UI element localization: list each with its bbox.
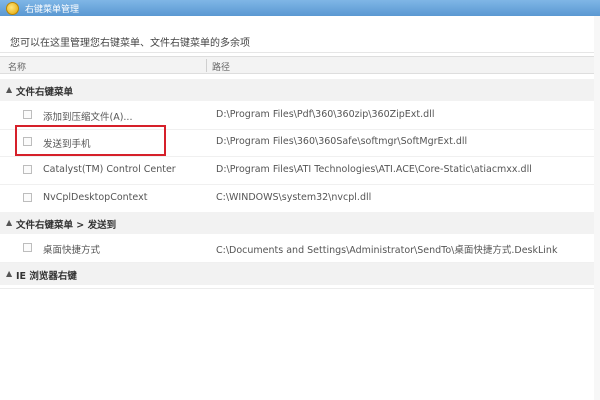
table-row[interactable]: 桌面快捷方式 C:\Documents and Settings\Adminis… [0,234,600,263]
app-icon [6,1,19,15]
item-path: D:\Program Files\ATI Technologies\ATI.AC… [216,164,532,175]
page-description: 您可以在这里管理您右键菜单、文件右键菜单的多余项 [10,38,250,49]
item-checkbox[interactable] [23,243,32,252]
triangle-down-icon[interactable]: ▲ [6,85,12,94]
column-header-path[interactable]: 路径 [212,60,230,73]
group-ie-context-menu[interactable]: ▲ IE 浏览器右键 [0,263,600,285]
group-send-to[interactable]: ▲ 文件右键菜单 > 发送到 [0,212,600,234]
group-label: 文件右键菜单 > 发送到 [16,220,117,231]
item-path: D:\Program Files\360\360Safe\softmgr\Sof… [216,136,468,147]
item-name: Catalyst(TM) Control Center [43,164,176,175]
item-path: C:\WINDOWS\system32\nvcpl.dll [216,192,372,203]
item-checkbox[interactable] [23,165,32,174]
group-file-context-menu[interactable]: ▲ 文件右键菜单 [0,79,600,101]
triangle-down-icon[interactable]: ▲ [6,269,12,278]
table-row[interactable]: NvCplDesktopContext C:\WINDOWS\system32\… [0,184,600,213]
item-path: D:\Program Files\Pdf\360\360zip\360ZipEx… [216,109,435,120]
window-titlebar: 右键菜单管理 [0,0,600,16]
highlight-box [15,125,166,156]
column-separator [206,59,207,72]
group-label: IE 浏览器右键 [16,271,77,282]
item-checkbox[interactable] [23,110,32,119]
window-edge [594,16,600,400]
item-name: 添加到压缩文件(A)... [43,112,133,123]
table-header: 名称 路径 [0,56,600,74]
window-title: 右键菜单管理 [25,4,80,15]
item-name: 桌面快捷方式 [43,245,101,256]
item-name: NvCplDesktopContext [43,192,148,203]
table-row[interactable]: Catalyst(TM) Control Center D:\Program F… [0,156,600,185]
divider [0,288,600,289]
triangle-down-icon[interactable]: ▲ [6,218,12,227]
item-checkbox[interactable] [23,193,32,202]
group-label: 文件右键菜单 [16,87,74,98]
item-path: C:\Documents and Settings\Administrator\… [216,245,558,256]
column-header-name[interactable]: 名称 [8,60,26,73]
divider [0,52,600,53]
